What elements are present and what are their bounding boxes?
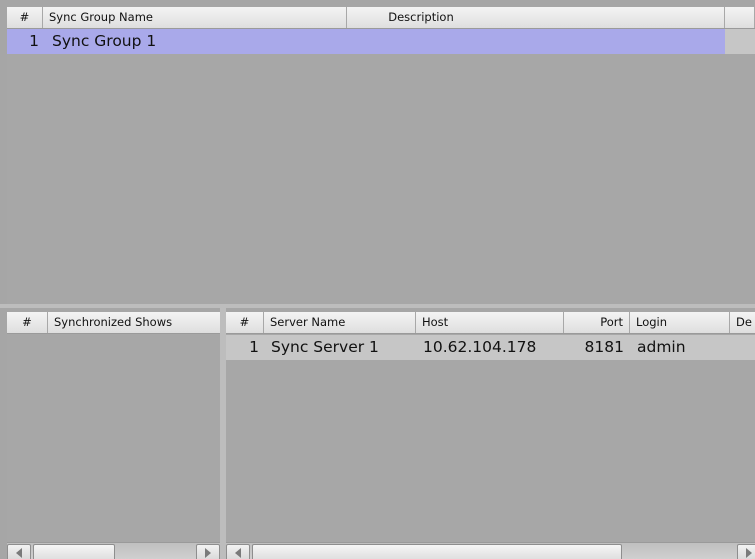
shows-horizontal-scrollbar[interactable] [7, 542, 220, 559]
right-arrow-icon[interactable] [196, 544, 220, 559]
column-header-num[interactable]: # [7, 7, 43, 28]
synchronized-shows-table: # Synchronized Shows [7, 312, 220, 559]
column-header-server-name[interactable]: Server Name [264, 312, 416, 333]
column-header-port[interactable]: Port [564, 312, 630, 333]
column-header-host[interactable]: Host [416, 312, 564, 333]
sync-groups-header: # Sync Group Name Description [7, 7, 755, 29]
servers-horizontal-scrollbar[interactable] [226, 542, 755, 559]
row-sync-group-name: Sync Group 1 [52, 32, 157, 50]
row-tail [725, 29, 755, 54]
sync-groups-table: # Sync Group Name Description 1 Sync Gro… [7, 7, 755, 304]
column-header-description-label: Description [388, 10, 454, 24]
servers-header: # Server Name Host Port Login De [226, 312, 755, 334]
column-header-description[interactable]: De [730, 312, 755, 333]
column-header-num[interactable]: # [226, 312, 264, 333]
shows-header: # Synchronized Shows [7, 312, 220, 334]
scroll-thumb[interactable] [252, 544, 622, 559]
left-arrow-icon[interactable] [226, 544, 250, 559]
row-host: 10.62.104.178 [423, 338, 537, 356]
column-header-login[interactable]: Login [630, 312, 730, 333]
row-description [347, 29, 717, 54]
column-header-num[interactable]: # [7, 312, 48, 333]
column-header-extra[interactable] [725, 7, 755, 28]
sync-servers-table: # Server Name Host Port Login De 1 Sync … [226, 312, 755, 559]
table-row[interactable]: 1 Sync Group 1 [7, 29, 725, 54]
left-arrow-icon[interactable] [7, 544, 31, 559]
row-num: 1 [249, 338, 259, 356]
table-row[interactable]: 1 Sync Server 1 10.62.104.178 8181 admin [226, 335, 755, 360]
horizontal-splitter[interactable] [0, 304, 755, 308]
scroll-thumb[interactable] [33, 544, 115, 559]
column-header-sync-group-name[interactable]: Sync Group Name [43, 7, 347, 28]
column-header-port-label: Port [600, 315, 623, 329]
row-login: admin [637, 338, 686, 356]
column-header-description[interactable]: Description [347, 7, 725, 28]
row-num: 1 [29, 32, 39, 50]
right-arrow-icon[interactable] [737, 544, 755, 559]
column-header-synchronized-shows[interactable]: Synchronized Shows [48, 312, 220, 333]
row-server-name: Sync Server 1 [271, 338, 379, 356]
row-port: 8181 [584, 338, 624, 356]
